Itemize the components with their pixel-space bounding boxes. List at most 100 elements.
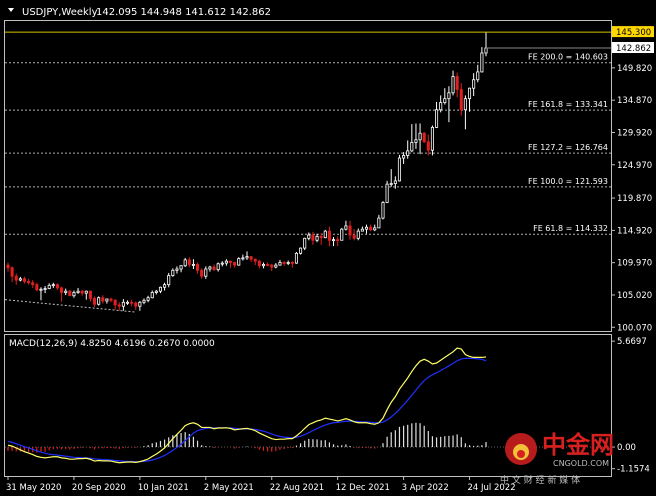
candle-body [97,297,101,305]
macd-tick-label: 5.6697 [617,337,647,347]
candle-body [356,230,360,239]
candle-body [381,202,385,219]
macd-label: MACD(12,26,9) 4.8250 4.6196 0.2670 0.000… [9,339,215,349]
candle-body [80,290,84,294]
price-tick-label: 124.970 [617,161,652,171]
watermark-tagline: 中 文 财 经 新 媒 体 [500,474,580,486]
candle [381,201,385,220]
candle-body [447,92,451,100]
watermark-brand: 中金网 [542,431,614,459]
candle-body [163,284,167,288]
watermark-flame-center [517,450,525,458]
candle-body [459,89,463,111]
candle-body [418,132,422,141]
candle-body [39,288,43,291]
candle-body [200,269,204,277]
candle-body [35,284,39,291]
candle-body [142,299,146,303]
candle-body [64,290,68,293]
candle-body [397,157,401,182]
candle-body [158,286,162,292]
fibo-label-2: FE 127.2 = 126.764 [528,143,608,152]
fibo-label-4: FE 61.8 = 114.332 [533,224,608,233]
candle-body [76,290,80,293]
candle-body [303,237,307,249]
candle-body [249,256,253,260]
candle-body [406,150,410,156]
candle-body [175,268,179,271]
candle-body [22,278,27,282]
fibo-label-3: FE 100.0 = 121.593 [528,177,608,186]
candle-body [369,226,373,231]
candle-body [121,301,125,307]
candle-body [241,257,245,260]
candle-body [360,228,364,232]
candle [422,131,426,144]
price-tick-label: 105.020 [617,291,652,301]
chart-canvas[interactable]: USDJPY,Weekly 142.095 144.948 141.612 14… [0,0,656,496]
chart-background [0,0,656,496]
candle-body [261,264,266,267]
candle-body [245,256,249,259]
candle-body [467,87,472,100]
candle-body [385,183,389,203]
candle-body [373,227,377,231]
time-tick-label: 22 Aug 2021 [270,483,324,493]
candle-body [60,287,64,293]
candle-body [422,132,426,143]
price-tick-label: 129.920 [617,128,652,138]
candle-body [253,258,257,262]
candle-body [72,292,76,297]
candle-body [463,98,467,111]
watermark-site: CNGOLD.COM [553,459,609,468]
macd-tick-label: -1.1574 [617,465,650,475]
candle-body [352,234,356,239]
candle-body [154,290,158,293]
candle-body [31,282,35,286]
candle-body [146,297,150,301]
candle-body [191,264,195,266]
candle-body [93,297,97,305]
candle-body [220,262,224,265]
candle-body [270,264,274,268]
price-tick-label: 149.820 [617,64,652,74]
candle-body [274,264,278,268]
candle-body [6,264,10,269]
candle-body [216,263,220,271]
candle-body [27,280,31,284]
candle-body [348,225,352,236]
candle-body [476,71,480,81]
candle-body [257,260,261,267]
candle-body [150,292,154,299]
candle [237,257,241,266]
candle-body [319,235,323,239]
candle-body [410,141,414,152]
candle-body [196,264,200,271]
candle-body [315,235,319,241]
candle-body [228,260,233,263]
time-tick-label: 3 Apr 2022 [402,483,449,493]
candle [323,229,327,239]
candle-body [364,226,369,230]
candle-body [47,284,51,289]
price-tick-label: 114.920 [617,226,652,236]
candle [294,252,298,264]
candle-body [307,234,311,239]
time-tick-label: 31 May 2020 [6,483,61,493]
candle-body [224,260,228,264]
candle-body [43,288,47,290]
candle-body [212,266,216,271]
candle-body [14,275,18,281]
candle-body [426,141,430,151]
candle-body [88,290,92,299]
candle [299,247,303,255]
candle-body [290,262,294,264]
candle-body [117,304,121,307]
candle-body [443,98,447,103]
candle-body [51,284,55,287]
candle-body [125,301,130,304]
candle [97,296,101,306]
candle-body [233,262,237,266]
candle-body [282,262,286,264]
candle-body [266,264,270,266]
